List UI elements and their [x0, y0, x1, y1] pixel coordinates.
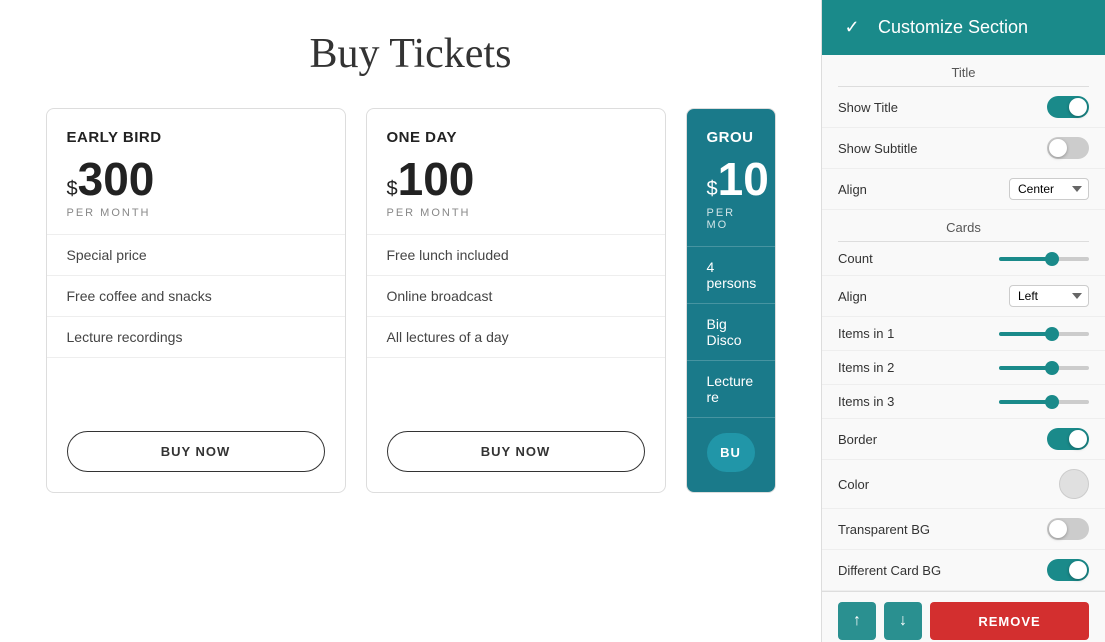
feature-item: Free coffee and snacks [47, 276, 345, 317]
different-card-bg-toggle[interactable] [1047, 559, 1089, 581]
group-card: GROU $ 10 PER MO 4 persons Big Disco Lec… [686, 108, 776, 493]
items-in-1-slider[interactable] [999, 332, 1089, 336]
move-down-button[interactable]: ↓ [884, 602, 922, 640]
price-dollar-early-bird: $ [67, 178, 78, 201]
card-title-one-day: ONE DAY [387, 129, 645, 146]
items-in-1-row: Items in 1 [822, 317, 1105, 351]
cards-align-row: Align Left Center Right [822, 276, 1105, 317]
feature-list-one-day: Free lunch included Online broadcast All… [367, 235, 665, 358]
show-subtitle-label: Show Subtitle [838, 141, 918, 156]
show-title-row: Show Title [822, 87, 1105, 128]
price-dollar-one-day: $ [387, 178, 398, 201]
cards-align-label: Align [838, 289, 867, 304]
feature-item: Online broadcast [367, 276, 665, 317]
price-dollar-group: $ [707, 178, 718, 201]
check-icon: ✓ [838, 14, 866, 42]
border-slider [1047, 428, 1089, 450]
price-period-group: PER MO [707, 207, 755, 231]
price-row-one-day: $ 100 [387, 156, 645, 202]
feature-list-early-bird: Special price Free coffee and snacks Lec… [47, 235, 345, 358]
one-day-card: ONE DAY $ 100 PER MONTH Free lunch inclu… [366, 108, 666, 493]
border-label: Border [838, 432, 877, 447]
transparent-bg-toggle[interactable] [1047, 518, 1089, 540]
feature-item: Free lunch included [367, 235, 665, 276]
feature-item: Lecture re [687, 361, 775, 418]
count-row: Count [822, 242, 1105, 276]
show-subtitle-slider [1047, 137, 1089, 159]
buy-now-button-early-bird[interactable]: BUY NOW [67, 431, 325, 472]
price-amount-early-bird: 300 [78, 156, 155, 202]
show-subtitle-toggle[interactable] [1047, 137, 1089, 159]
card-title-group: GROU [707, 129, 755, 146]
transparent-bg-slider [1047, 518, 1089, 540]
card-title-early-bird: EARLY BIRD [67, 129, 325, 146]
panel-header: ✓ Customize Section [822, 0, 1105, 55]
align-select[interactable]: Center Left Right [1009, 178, 1089, 200]
right-panel: ✓ Customize Section Title Show Title Sho… [821, 0, 1105, 642]
title-section: Title Show Title Show Subtitle Align Cen… [822, 55, 1105, 210]
cards-align-select[interactable]: Left Center Right [1009, 285, 1089, 307]
feature-item: All lectures of a day [367, 317, 665, 358]
align-label: Align [838, 182, 867, 197]
feature-item: 4 persons [687, 247, 775, 304]
feature-list-group: 4 persons Big Disco Lecture re [687, 247, 775, 418]
cards-container: EARLY BIRD $ 300 PER MONTH Special price… [20, 108, 801, 493]
different-card-bg-slider [1047, 559, 1089, 581]
items-in-3-label: Items in 3 [838, 394, 894, 409]
border-toggle[interactable] [1047, 428, 1089, 450]
items-in-2-row: Items in 2 [822, 351, 1105, 385]
price-period-early-bird: PER MONTH [67, 207, 325, 219]
count-slider[interactable] [999, 257, 1089, 261]
buy-now-button-one-day[interactable]: BUY NOW [387, 431, 645, 472]
feature-item: Special price [47, 235, 345, 276]
title-section-label: Title [838, 55, 1089, 87]
price-row-early-bird: $ 300 [67, 156, 325, 202]
buy-btn-one-day: BUY NOW [387, 416, 645, 472]
items-in-2-slider[interactable] [999, 366, 1089, 370]
items-in-3-slider[interactable] [999, 400, 1089, 404]
transparent-bg-label: Transparent BG [838, 522, 930, 537]
transparent-bg-row: Transparent BG [822, 509, 1105, 550]
show-subtitle-row: Show Subtitle [822, 128, 1105, 169]
items-in-1-label: Items in 1 [838, 326, 894, 341]
feature-item: Big Disco [687, 304, 775, 361]
buy-now-button-group[interactable]: BU [707, 433, 755, 472]
price-period-one-day: PER MONTH [387, 207, 645, 219]
buy-btn-early-bird: BUY NOW [67, 416, 325, 472]
cards-section: Cards Count Align Left Center Right Item… [822, 210, 1105, 591]
show-title-label: Show Title [838, 100, 898, 115]
count-label: Count [838, 251, 873, 266]
price-amount-one-day: 100 [398, 156, 475, 202]
move-up-button[interactable]: ↑ [838, 602, 876, 640]
show-title-toggle[interactable] [1047, 96, 1089, 118]
page-title: Buy Tickets [310, 30, 512, 78]
buy-btn-group: BU [707, 418, 755, 472]
border-row: Border [822, 419, 1105, 460]
remove-button[interactable]: REMOVE [930, 602, 1089, 640]
price-amount-group: 10 [718, 156, 769, 202]
panel-footer: ↑ ↓ REMOVE [822, 591, 1105, 642]
show-title-slider [1047, 96, 1089, 118]
different-card-bg-row: Different Card BG [822, 550, 1105, 591]
color-row: Color [822, 460, 1105, 509]
cards-section-label: Cards [838, 210, 1089, 242]
feature-item: Lecture recordings [47, 317, 345, 358]
panel-title: Customize Section [878, 17, 1028, 38]
price-row-group: $ 10 [707, 156, 755, 202]
color-label: Color [838, 477, 869, 492]
align-row: Align Center Left Right [822, 169, 1105, 210]
items-in-2-label: Items in 2 [838, 360, 894, 375]
main-content: Buy Tickets EARLY BIRD $ 300 PER MONTH S… [0, 0, 821, 642]
different-card-bg-label: Different Card BG [838, 563, 941, 578]
items-in-3-row: Items in 3 [822, 385, 1105, 419]
color-picker[interactable] [1059, 469, 1089, 499]
early-bird-card: EARLY BIRD $ 300 PER MONTH Special price… [46, 108, 346, 493]
